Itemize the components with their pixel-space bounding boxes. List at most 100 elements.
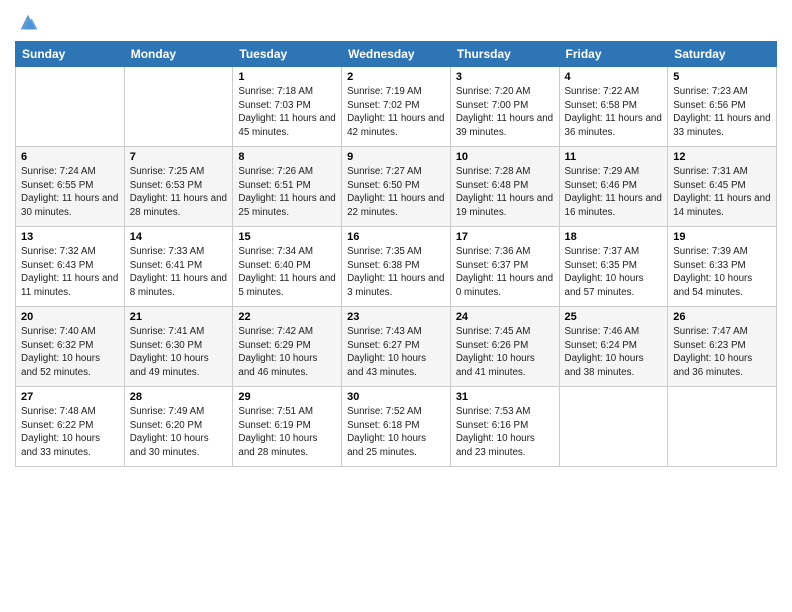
day-number: 16 <box>347 231 445 243</box>
day-info: Sunrise: 7:22 AMSunset: 6:58 PMDaylight:… <box>565 85 663 140</box>
day-info: Sunrise: 7:39 AMSunset: 6:33 PMDaylight:… <box>673 245 771 300</box>
header <box>15 10 777 33</box>
day-number: 15 <box>238 231 336 243</box>
calendar-week-1: 1 Sunrise: 7:18 AMSunset: 7:03 PMDaylight… <box>16 67 777 147</box>
calendar-cell <box>16 67 125 147</box>
day-info: Sunrise: 7:49 AMSunset: 6:20 PMDaylight:… <box>130 405 228 460</box>
day-number: 17 <box>456 231 554 243</box>
day-number: 12 <box>673 151 771 163</box>
weekday-header-sunday: Sunday <box>16 42 125 67</box>
day-number: 25 <box>565 311 663 323</box>
logo <box>15 15 39 33</box>
calendar-cell: 22 Sunrise: 7:42 AMSunset: 6:29 PMDayligh… <box>233 307 342 387</box>
day-number: 31 <box>456 391 554 403</box>
day-number: 2 <box>347 71 445 83</box>
day-number: 18 <box>565 231 663 243</box>
day-number: 1 <box>238 71 336 83</box>
day-info: Sunrise: 7:53 AMSunset: 6:16 PMDaylight:… <box>456 405 554 460</box>
calendar-cell: 1 Sunrise: 7:18 AMSunset: 7:03 PMDaylight… <box>233 67 342 147</box>
day-number: 4 <box>565 71 663 83</box>
calendar-week-3: 13 Sunrise: 7:32 AMSunset: 6:43 PMDayligh… <box>16 227 777 307</box>
day-number: 13 <box>21 231 119 243</box>
day-number: 26 <box>673 311 771 323</box>
calendar-cell: 16 Sunrise: 7:35 AMSunset: 6:38 PMDayligh… <box>342 227 451 307</box>
calendar-cell: 28 Sunrise: 7:49 AMSunset: 6:20 PMDayligh… <box>124 387 233 467</box>
calendar-cell: 21 Sunrise: 7:41 AMSunset: 6:30 PMDayligh… <box>124 307 233 387</box>
day-number: 22 <box>238 311 336 323</box>
day-info: Sunrise: 7:51 AMSunset: 6:19 PMDaylight:… <box>238 405 336 460</box>
day-number: 10 <box>456 151 554 163</box>
calendar-week-4: 20 Sunrise: 7:40 AMSunset: 6:32 PMDayligh… <box>16 307 777 387</box>
day-info: Sunrise: 7:24 AMSunset: 6:55 PMDaylight:… <box>21 165 119 220</box>
calendar-cell: 27 Sunrise: 7:48 AMSunset: 6:22 PMDayligh… <box>16 387 125 467</box>
calendar-table: SundayMondayTuesdayWednesdayThursdayFrid… <box>15 41 777 467</box>
day-number: 20 <box>21 311 119 323</box>
day-info: Sunrise: 7:33 AMSunset: 6:41 PMDaylight:… <box>130 245 228 300</box>
day-info: Sunrise: 7:32 AMSunset: 6:43 PMDaylight:… <box>21 245 119 300</box>
day-number: 14 <box>130 231 228 243</box>
calendar-cell: 12 Sunrise: 7:31 AMSunset: 6:45 PMDayligh… <box>668 147 777 227</box>
day-info: Sunrise: 7:20 AMSunset: 7:00 PMDaylight:… <box>456 85 554 140</box>
calendar-cell: 13 Sunrise: 7:32 AMSunset: 6:43 PMDayligh… <box>16 227 125 307</box>
day-info: Sunrise: 7:25 AMSunset: 6:53 PMDaylight:… <box>130 165 228 220</box>
day-number: 29 <box>238 391 336 403</box>
calendar-cell: 6 Sunrise: 7:24 AMSunset: 6:55 PMDaylight… <box>16 147 125 227</box>
day-info: Sunrise: 7:31 AMSunset: 6:45 PMDaylight:… <box>673 165 771 220</box>
calendar-cell: 25 Sunrise: 7:46 AMSunset: 6:24 PMDayligh… <box>559 307 668 387</box>
day-info: Sunrise: 7:29 AMSunset: 6:46 PMDaylight:… <box>565 165 663 220</box>
day-number: 9 <box>347 151 445 163</box>
calendar-cell: 18Sunrise: 7:37 AMSunset: 6:35 PMDayligh… <box>559 227 668 307</box>
weekday-header-thursday: Thursday <box>450 42 559 67</box>
day-info: Sunrise: 7:48 AMSunset: 6:22 PMDaylight:… <box>21 405 119 460</box>
calendar-header-row: SundayMondayTuesdayWednesdayThursdayFrid… <box>16 42 777 67</box>
calendar-cell: 26Sunrise: 7:47 AMSunset: 6:23 PMDayligh… <box>668 307 777 387</box>
day-number: 3 <box>456 71 554 83</box>
calendar-cell: 9Sunrise: 7:27 AMSunset: 6:50 PMDaylight… <box>342 147 451 227</box>
calendar-cell: 19 Sunrise: 7:39 AMSunset: 6:33 PMDayligh… <box>668 227 777 307</box>
calendar-cell: 3 Sunrise: 7:20 AMSunset: 7:00 PMDaylight… <box>450 67 559 147</box>
day-info: Sunrise: 7:34 AMSunset: 6:40 PMDaylight:… <box>238 245 336 300</box>
calendar-cell: 14 Sunrise: 7:33 AMSunset: 6:41 PMDayligh… <box>124 227 233 307</box>
day-number: 6 <box>21 151 119 163</box>
calendar-cell <box>124 67 233 147</box>
weekday-header-saturday: Saturday <box>668 42 777 67</box>
day-info: Sunrise: 7:43 AMSunset: 6:27 PMDaylight:… <box>347 325 445 380</box>
calendar-cell: 20 Sunrise: 7:40 AMSunset: 6:32 PMDayligh… <box>16 307 125 387</box>
day-number: 28 <box>130 391 228 403</box>
calendar-week-2: 6 Sunrise: 7:24 AMSunset: 6:55 PMDaylight… <box>16 147 777 227</box>
weekday-header-wednesday: Wednesday <box>342 42 451 67</box>
calendar-cell: 29 Sunrise: 7:51 AMSunset: 6:19 PMDayligh… <box>233 387 342 467</box>
day-info: Sunrise: 7:46 AMSunset: 6:24 PMDaylight:… <box>565 325 663 380</box>
calendar-cell: 4 Sunrise: 7:22 AMSunset: 6:58 PMDaylight… <box>559 67 668 147</box>
day-info: Sunrise: 7:19 AMSunset: 7:02 PMDaylight:… <box>347 85 445 140</box>
day-number: 30 <box>347 391 445 403</box>
calendar-cell: 7Sunrise: 7:25 AMSunset: 6:53 PMDaylight… <box>124 147 233 227</box>
day-number: 21 <box>130 311 228 323</box>
calendar-cell: 15 Sunrise: 7:34 AMSunset: 6:40 PMDayligh… <box>233 227 342 307</box>
day-info: Sunrise: 7:35 AMSunset: 6:38 PMDaylight:… <box>347 245 445 300</box>
calendar-cell: 23 Sunrise: 7:43 AMSunset: 6:27 PMDayligh… <box>342 307 451 387</box>
calendar-cell: 31 Sunrise: 7:53 AMSunset: 6:16 PMDayligh… <box>450 387 559 467</box>
day-info: Sunrise: 7:36 AMSunset: 6:37 PMDaylight:… <box>456 245 554 300</box>
day-info: Sunrise: 7:18 AMSunset: 7:03 PMDaylight:… <box>238 85 336 140</box>
day-info: Sunrise: 7:40 AMSunset: 6:32 PMDaylight:… <box>21 325 119 380</box>
weekday-header-friday: Friday <box>559 42 668 67</box>
weekday-header-tuesday: Tuesday <box>233 42 342 67</box>
day-number: 19 <box>673 231 771 243</box>
day-info: Sunrise: 7:28 AMSunset: 6:48 PMDaylight:… <box>456 165 554 220</box>
weekday-header-monday: Monday <box>124 42 233 67</box>
day-number: 24 <box>456 311 554 323</box>
day-number: 23 <box>347 311 445 323</box>
day-info: Sunrise: 7:42 AMSunset: 6:29 PMDaylight:… <box>238 325 336 380</box>
calendar-cell: 24Sunrise: 7:45 AMSunset: 6:26 PMDayligh… <box>450 307 559 387</box>
day-info: Sunrise: 7:26 AMSunset: 6:51 PMDaylight:… <box>238 165 336 220</box>
calendar-cell: 11Sunrise: 7:29 AMSunset: 6:46 PMDayligh… <box>559 147 668 227</box>
calendar-cell: 10 Sunrise: 7:28 AMSunset: 6:48 PMDayligh… <box>450 147 559 227</box>
calendar-cell: 17 Sunrise: 7:36 AMSunset: 6:37 PMDayligh… <box>450 227 559 307</box>
day-info: Sunrise: 7:41 AMSunset: 6:30 PMDaylight:… <box>130 325 228 380</box>
day-info: Sunrise: 7:52 AMSunset: 6:18 PMDaylight:… <box>347 405 445 460</box>
calendar-cell <box>668 387 777 467</box>
calendar-cell: 30 Sunrise: 7:52 AMSunset: 6:18 PMDayligh… <box>342 387 451 467</box>
day-number: 27 <box>21 391 119 403</box>
calendar-cell <box>559 387 668 467</box>
